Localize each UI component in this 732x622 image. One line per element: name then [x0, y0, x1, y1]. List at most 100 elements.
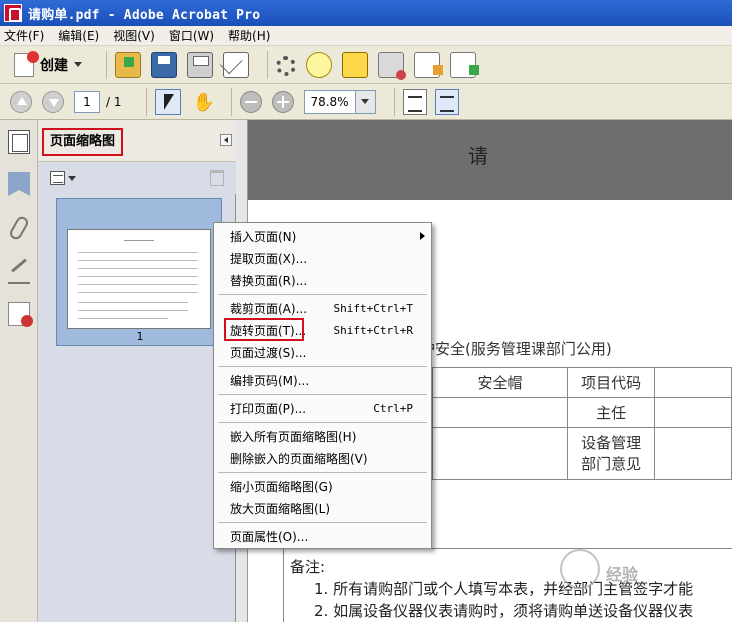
toolbar-divider	[106, 50, 107, 79]
page-thumbnail[interactable]: 1	[56, 198, 222, 346]
empty-cell	[431, 397, 569, 428]
panel-title: 页面缩略图	[42, 128, 124, 156]
trash-icon[interactable]	[210, 170, 224, 186]
comment-icon[interactable]	[306, 51, 332, 78]
menu-item-shortcut: Ctrl+P	[373, 401, 413, 415]
zoom-dropdown-button[interactable]	[354, 90, 375, 113]
menu-item-remove-thumbnails[interactable]: 删除嵌入的页面缩略图(V)	[214, 447, 431, 469]
previous-page-icon[interactable]	[10, 90, 32, 113]
code-value-cell	[654, 367, 732, 398]
menu-item-label: 提取页面(X)...	[230, 251, 308, 266]
page-total: / 1	[106, 94, 122, 109]
panel-options-bar	[38, 162, 236, 194]
zoom-in-icon[interactable]	[271, 90, 294, 113]
bookmarks-icon[interactable]	[8, 172, 30, 196]
menu-item-label: 删除嵌入的页面缩略图(V)	[230, 451, 368, 466]
supervisor-value-cell	[654, 397, 732, 428]
menu-file[interactable]: 文件(F)	[4, 27, 44, 44]
submenu-arrow-icon	[420, 232, 425, 240]
menu-item-shortcut: Shift+Ctrl+R	[333, 323, 413, 337]
page-thumbnails-icon[interactable]	[8, 130, 30, 154]
menu-item-label: 页面过渡(S)...	[230, 345, 307, 360]
menu-item-page-properties[interactable]: 页面属性(O)...	[214, 525, 431, 547]
settings-icon[interactable]	[276, 56, 296, 76]
menu-item-label: 裁剪页面(A)...	[230, 301, 308, 316]
supervisor-label-cell: 主任	[567, 397, 656, 428]
menu-item-crop-pages[interactable]: 裁剪页面(A)... Shift+Ctrl+T	[214, 297, 431, 319]
menu-item-page-transitions[interactable]: 页面过渡(S)...	[214, 341, 431, 363]
toolbar-divider	[230, 87, 232, 116]
menu-item-label: 插入页面(N)	[230, 229, 297, 244]
menu-item-extract-pages[interactable]: 提取页面(X)...	[214, 247, 431, 269]
context-menu: 插入页面(N) 提取页面(X)... 替换页面(R)... 裁剪页面(A)...…	[213, 222, 432, 549]
print-icon[interactable]	[187, 51, 213, 78]
page-thumbnails-panel: 页面缩略图 1	[38, 120, 236, 622]
collapse-panel-icon[interactable]	[220, 134, 232, 146]
open-icon[interactable]	[115, 51, 141, 78]
toolbar-divider	[145, 87, 147, 116]
code-label-cell: 项目代码	[567, 367, 656, 398]
menu-window[interactable]: 窗口(W)	[169, 27, 214, 44]
doc-title: 请	[468, 144, 488, 168]
create-button[interactable]: 创建	[8, 50, 88, 80]
fit-page-icon[interactable]	[434, 88, 459, 115]
select-tool-icon[interactable]	[154, 88, 181, 115]
menu-bar: 文件(F) 编辑(E) 视图(V) 窗口(W) 帮助(H)	[0, 26, 732, 46]
thumbnail-page-number: 1	[136, 330, 144, 343]
attachments-icon[interactable]	[7, 214, 31, 242]
menu-separator	[218, 394, 427, 395]
create-button-label: 创建	[40, 57, 68, 74]
secure-icon[interactable]	[378, 51, 406, 80]
thumbnail-image	[67, 229, 211, 329]
security-icon[interactable]	[8, 302, 33, 327]
menu-item-number-pages[interactable]: 编排页码(M)...	[214, 369, 431, 391]
menu-item-reduce-thumbnails[interactable]: 缩小页面缩略图(G)	[214, 475, 431, 497]
fit-width-icon[interactable]	[402, 88, 427, 115]
equipment-label-line1: 设备管理	[581, 433, 642, 452]
menu-edit[interactable]: 编辑(E)	[58, 27, 99, 44]
forms-icon[interactable]	[414, 51, 443, 78]
toolbar-divider	[393, 87, 395, 116]
menu-separator	[218, 422, 427, 423]
watermark: 经验	[560, 545, 720, 595]
signatures-icon[interactable]	[8, 260, 30, 284]
menu-item-label: 缩小页面缩略图(G)	[230, 479, 333, 494]
menu-separator	[218, 366, 427, 367]
page-number-input[interactable]: 1	[74, 90, 100, 113]
menu-separator	[218, 472, 427, 473]
menu-help[interactable]: 帮助(H)	[228, 27, 270, 44]
email-icon[interactable]	[223, 51, 249, 78]
panel-header: 页面缩略图	[38, 120, 236, 162]
title-bar: 请购单.pdf - Adobe Acrobat Pro	[0, 0, 732, 26]
create-pdf-icon	[14, 50, 39, 77]
menu-item-enlarge-thumbnails[interactable]: 放大页面缩略图(L)	[214, 497, 431, 519]
menu-item-embed-thumbnails[interactable]: 嵌入所有页面缩略图(H)	[214, 425, 431, 447]
rotate-pages-highlight	[224, 318, 304, 341]
doc-table: 安全帽 项目代码 主任 设备管理 部门意见	[431, 367, 732, 480]
toolbar-divider	[267, 50, 268, 79]
next-page-icon[interactable]	[42, 90, 64, 113]
empty-cell	[431, 427, 569, 480]
main-toolbar: 创建	[0, 46, 732, 84]
menu-item-print-pages[interactable]: 打印页面(P)... Ctrl+P	[214, 397, 431, 419]
zoom-value: 78.8%	[310, 94, 349, 109]
menu-view[interactable]: 视图(V)	[113, 27, 155, 44]
menu-separator	[218, 294, 427, 295]
menu-item-insert-pages[interactable]: 插入页面(N)	[214, 225, 431, 247]
equipment-opinion-value-cell	[654, 427, 732, 480]
doc-subtitle: 护安全(服务管理课部门公用)	[420, 340, 612, 358]
save-icon[interactable]	[151, 51, 177, 78]
menu-item-label: 打印页面(P)...	[230, 401, 307, 416]
menu-item-shortcut: Shift+Ctrl+T	[333, 301, 413, 315]
remark-line-2: 2. 如属设备仪器仪表请购时，须将请购单送设备仪器仪表	[314, 602, 694, 620]
paw-logo-icon	[560, 549, 600, 589]
remarks-title: 备注:	[290, 558, 326, 576]
sign-icon[interactable]	[342, 51, 368, 78]
navigation-toolbar: 1 / 1 78.8%	[0, 84, 732, 120]
zoom-select[interactable]: 78.8%	[303, 89, 376, 114]
export-icon[interactable]	[450, 51, 479, 78]
options-menu-button[interactable]	[50, 170, 76, 186]
hand-tool-icon[interactable]	[189, 89, 215, 115]
zoom-out-icon[interactable]	[239, 90, 262, 113]
menu-item-replace-pages[interactable]: 替换页面(R)...	[214, 269, 431, 291]
